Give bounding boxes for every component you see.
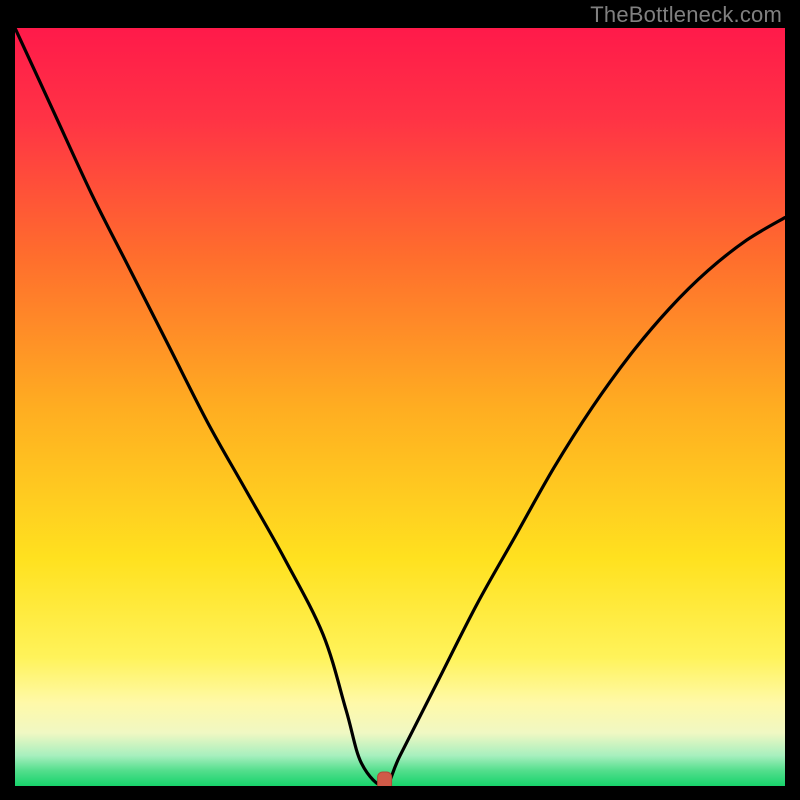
plot-area [15, 28, 785, 786]
gradient-background [15, 28, 785, 786]
watermark-text: TheBottleneck.com [590, 2, 782, 28]
min-marker [378, 772, 392, 786]
chart-svg [15, 28, 785, 786]
chart-frame: TheBottleneck.com [0, 0, 800, 800]
